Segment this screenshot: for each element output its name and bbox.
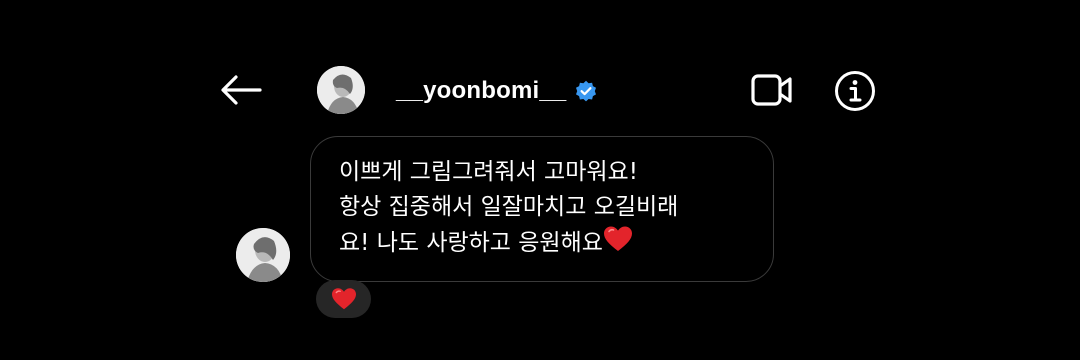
info-button[interactable] (832, 68, 878, 114)
message-bubble[interactable]: 이쁘게 그림그려줘서 고마워요! 항상 집중해서 일잘마치고 오길비래 요! 나… (310, 136, 774, 282)
username-link[interactable]: __yoonbomi__ (396, 76, 598, 106)
header-avatar[interactable] (317, 66, 365, 114)
username: __yoonbomi__ (396, 77, 567, 104)
sender-avatar[interactable] (236, 228, 290, 282)
video-camera-icon (751, 74, 792, 106)
back-button[interactable] (218, 70, 264, 110)
profile-photo (317, 66, 365, 114)
info-icon (835, 71, 875, 111)
red-heart-icon (331, 288, 356, 310)
reaction-pill[interactable] (316, 280, 371, 318)
arrow-left-icon (221, 75, 262, 105)
profile-photo (236, 228, 290, 282)
verified-badge-icon (574, 79, 598, 103)
video-call-button[interactable] (748, 68, 796, 112)
message-text: 이쁘게 그림그려줘서 고마워요! 항상 집중해서 일잘마치고 오길비래 요! 나… (339, 155, 753, 261)
red-heart-icon (603, 226, 632, 251)
